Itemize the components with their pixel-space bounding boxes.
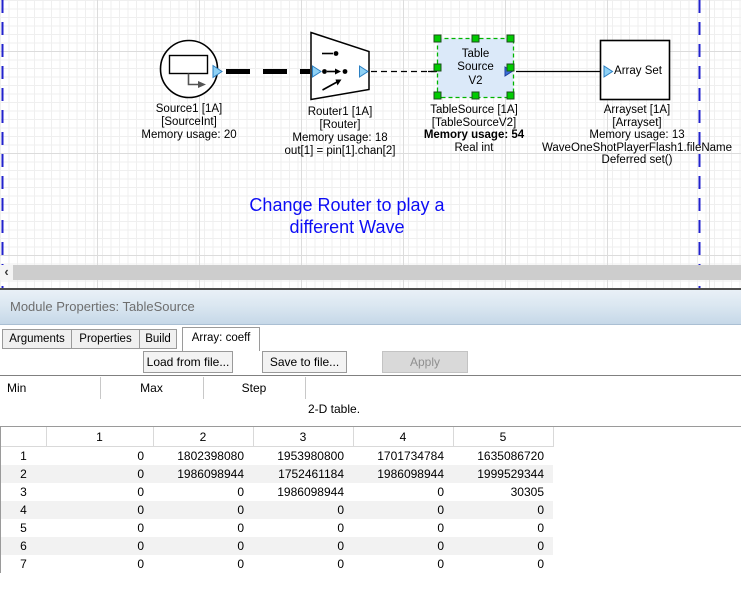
apply-button[interactable]: Apply — [382, 351, 468, 373]
annotation-line: different Wave — [249, 216, 444, 238]
table-cell[interactable]: 0 — [253, 501, 353, 519]
table-cell[interactable]: 1802398080 — [153, 447, 253, 466]
column-header: 3 — [253, 427, 353, 447]
tab-build[interactable]: Build — [139, 329, 177, 349]
tablesource-body-line: Source — [457, 61, 493, 75]
table-cell[interactable]: 0 — [46, 501, 153, 519]
table-row: 2019860989441752461184198609894419995293… — [1, 465, 553, 483]
load-from-file-button[interactable]: Load from file... — [143, 351, 233, 373]
table-cell[interactable]: 1986098944 — [253, 483, 353, 501]
row-header: 2 — [1, 465, 46, 483]
router-block-caption: Router1 [1A] [Router] Memory usage: 18 o… — [285, 106, 396, 158]
row-header: 7 — [1, 555, 46, 573]
table-row: 3001986098944030305 — [1, 483, 553, 501]
table-cell[interactable]: 0 — [153, 501, 253, 519]
coeff-table: 1234510180239808019539808001701734784163… — [1, 427, 554, 573]
save-to-file-button[interactable]: Save to file... — [262, 351, 347, 373]
tab-arguments[interactable]: Arguments — [2, 329, 72, 349]
table-cell[interactable]: 0 — [353, 501, 453, 519]
table-row: 700000 — [1, 555, 553, 573]
arrayset-block[interactable]: Array Set — [606, 64, 670, 78]
source-block-shape — [161, 41, 223, 98]
table-cell[interactable]: 0 — [153, 555, 253, 573]
column-header: 4 — [353, 427, 453, 447]
step-field-label: Step — [203, 381, 305, 395]
tab-properties[interactable]: Properties — [71, 329, 140, 349]
column-header: 1 — [46, 427, 153, 447]
table-cell[interactable]: 1986098944 — [153, 465, 253, 483]
tablesource-body-line: Table — [462, 48, 490, 62]
table-cell[interactable]: 1635086720 — [453, 447, 553, 466]
row-header: 1 — [1, 447, 46, 466]
panel-header: Module Properties: TableSource — [0, 290, 741, 325]
table-cell[interactable]: 0 — [453, 537, 553, 555]
table-cell[interactable]: 0 — [46, 483, 153, 501]
table-cell[interactable]: 0 — [46, 447, 153, 466]
field-separator — [305, 377, 306, 399]
table-cell[interactable]: 0 — [153, 519, 253, 537]
row-header: 4 — [1, 501, 46, 519]
tablesource-block-caption: TableSource [1A] [TableSourceV2] Memory … — [424, 104, 524, 154]
row-header: 3 — [1, 483, 46, 501]
table-cell[interactable]: 0 — [153, 537, 253, 555]
horizontal-scrollbar[interactable]: ‹ — [0, 265, 741, 280]
application-window: Table Source V2 Array Set Source1 [1A] [… — [0, 0, 741, 600]
table-cell[interactable]: 0 — [453, 555, 553, 573]
scrollbar-thumb[interactable] — [13, 265, 741, 280]
table-row: 1018023980801953980800170173478416350867… — [1, 447, 553, 466]
table-cell[interactable]: 0 — [46, 519, 153, 537]
max-field-label: Max — [100, 381, 203, 395]
column-header: 5 — [453, 427, 553, 447]
table-cell[interactable]: 0 — [353, 537, 453, 555]
scroll-left-arrow-icon[interactable]: ‹ — [0, 265, 13, 280]
table-corner-cell — [1, 427, 46, 447]
tablesource-block[interactable]: Table Source V2 — [437, 38, 514, 98]
arrayset-block-caption: Arrayset [1A] [Arrayset] Memory usage: 1… — [542, 104, 732, 167]
table-cell[interactable]: 30305 — [453, 483, 553, 501]
table-cell[interactable]: 0 — [153, 483, 253, 501]
table-row: 400000 — [1, 501, 553, 519]
table-cell[interactable]: 1999529344 — [453, 465, 553, 483]
row-header: 6 — [1, 537, 46, 555]
table-cell[interactable]: 0 — [353, 519, 453, 537]
fields-top-border — [0, 375, 741, 376]
table-cell[interactable]: 0 — [46, 465, 153, 483]
table-cell[interactable]: 0 — [46, 537, 153, 555]
tab-array-coeff[interactable]: Array: coeff — [182, 327, 260, 351]
tablesource-body-line: V2 — [468, 75, 482, 89]
table-row: 600000 — [1, 537, 553, 555]
table-cell[interactable]: 1752461184 — [253, 465, 353, 483]
table-cell[interactable]: 0 — [353, 555, 453, 573]
panel-title: Module Properties: TableSource — [10, 299, 195, 314]
table-cell[interactable]: 0 — [46, 555, 153, 573]
table-cell[interactable]: 0 — [453, 501, 553, 519]
table-row: 500000 — [1, 519, 553, 537]
router-block-shape — [311, 33, 369, 100]
table-cell[interactable]: 1953980800 — [253, 447, 353, 466]
module-properties-panel: Module Properties: TableSource Arguments… — [0, 290, 741, 600]
table-cell[interactable]: 1986098944 — [353, 465, 453, 483]
arrayset-body-label: Array Set — [614, 65, 662, 77]
table-cell[interactable]: 0 — [253, 519, 353, 537]
table-description: 2-D table. — [308, 402, 360, 416]
column-header: 2 — [153, 427, 253, 447]
min-field-label: Min — [7, 381, 26, 395]
annotation-line: Change Router to play a — [249, 194, 444, 216]
row-header: 5 — [1, 519, 46, 537]
schematic-canvas[interactable]: Table Source V2 Array Set Source1 [1A] [… — [0, 0, 741, 288]
coeff-table-container: 1234510180239808019539808001701734784163… — [0, 427, 554, 573]
table-cell[interactable]: 0 — [353, 483, 453, 501]
table-cell[interactable]: 0 — [253, 555, 353, 573]
canvas-annotation[interactable]: Change Router to play a different Wave — [249, 194, 444, 238]
table-cell[interactable]: 1701734784 — [353, 447, 453, 466]
source-block-caption: Source1 [1A] [SourceInt] Memory usage: 2… — [141, 103, 236, 142]
table-cell[interactable]: 0 — [453, 519, 553, 537]
table-cell[interactable]: 0 — [253, 537, 353, 555]
